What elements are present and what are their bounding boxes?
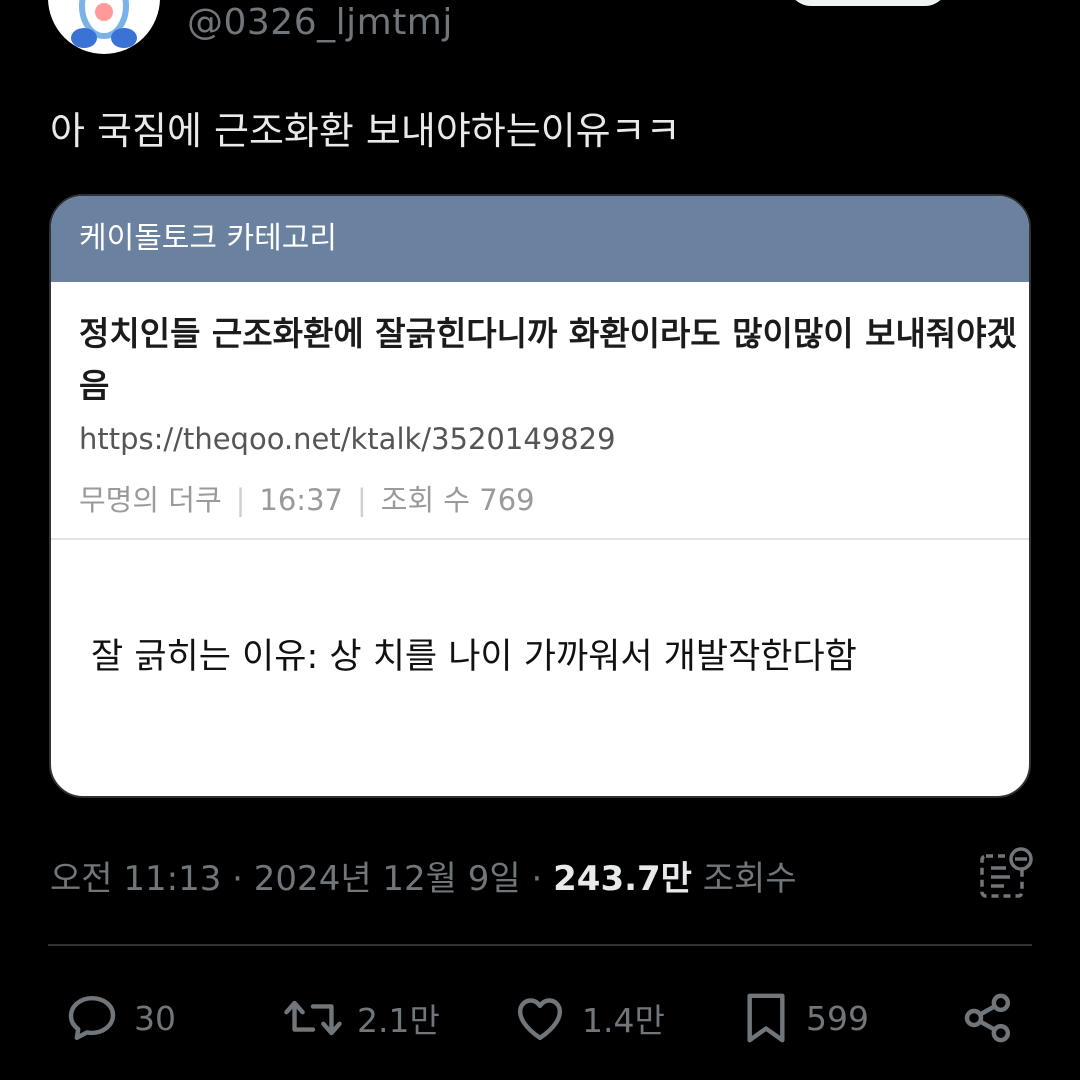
views-count: 243.7만	[553, 859, 692, 899]
share-button[interactable]	[960, 990, 1016, 1046]
tweet-meta: 오전 11:13 · 2024년 12월 9일 · 243.7만 조회수	[50, 851, 797, 900]
analytics-button[interactable]	[978, 846, 1034, 902]
like-button[interactable]: 1.4만	[512, 990, 665, 1046]
card-time: 16:37	[259, 483, 343, 517]
card-divider	[51, 538, 1029, 540]
card-title: 정치인들 근조화환에 잘긁힌다니까 화환이라도 많이많이 보내줘야겠음	[79, 314, 1017, 405]
tweet-date[interactable]: 2024년 12월 9일	[254, 859, 521, 899]
like-count: 1.4만	[582, 1001, 665, 1040]
card-meta: 무명의 더쿠 | 16:37 | 조회 수 769	[79, 477, 535, 519]
reply-button[interactable]: 30	[64, 990, 176, 1046]
card-views: 조회 수 769	[380, 483, 535, 517]
card-body-text: 잘 긁히는 이유: 상 치를 나이 가까워서 개발작한다함	[91, 637, 857, 677]
separator: |	[356, 483, 367, 517]
card-category: 케이돌토크 카테고리	[51, 196, 1029, 282]
card-author: 무명의 더쿠	[79, 483, 222, 517]
user-handle[interactable]: @0326_ljmtmj	[187, 2, 453, 43]
bookmark-icon	[747, 993, 785, 1043]
tweet-time[interactable]: 오전 11:13	[50, 859, 221, 899]
views-label: 조회수	[702, 859, 797, 899]
reply-count: 30	[134, 998, 176, 1038]
avatar[interactable]	[48, 0, 160, 54]
bookmark-button[interactable]: 599	[740, 990, 869, 1046]
tweet-text: 아 국짐에 근조화환 보내야하는이유ㅋㅋ	[50, 109, 681, 153]
card-url: https://theqoo.net/ktalk/3520149829	[79, 422, 616, 456]
analytics-icon	[980, 847, 1033, 898]
avatar-character-icon	[71, 0, 137, 48]
share-icon	[964, 993, 1011, 1043]
link-preview-card[interactable]: 케이돌토크 카테고리 정치인들 근조화환에 잘긁힌다니까 화환이라도 많이많이 …	[49, 194, 1031, 798]
retweet-count: 2.1만	[357, 1001, 440, 1040]
bookmark-count: 599	[806, 998, 869, 1038]
separator: |	[235, 483, 246, 517]
retweet-icon	[284, 1000, 342, 1036]
heart-icon	[517, 998, 563, 1041]
dot-separator: ·	[531, 859, 554, 899]
reply-icon	[68, 995, 116, 1041]
retweet-button[interactable]: 2.1만	[283, 990, 440, 1046]
dot-separator: ·	[232, 859, 254, 899]
follow-button[interactable]	[788, 0, 948, 6]
divider	[48, 944, 1032, 946]
